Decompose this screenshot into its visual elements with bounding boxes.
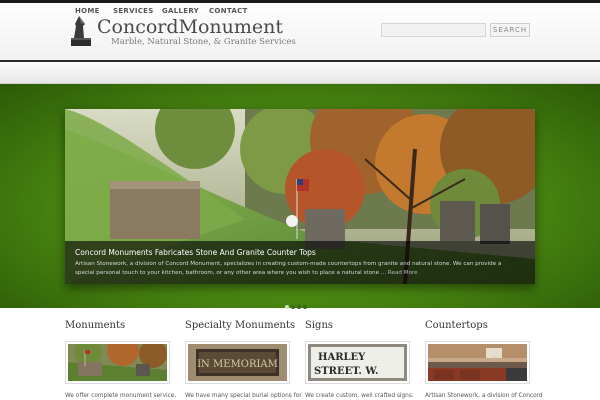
search-button[interactable]: SEARCH (490, 23, 530, 37)
thumbnail-monuments[interactable] (65, 341, 170, 384)
slider-pagination (285, 294, 309, 313)
street-sign-line1: HARLEY (318, 352, 366, 363)
column-text-specialty-monuments: We have many special burial options for (185, 393, 302, 399)
column-text-countertops: Artisan Stonework, a division of Concord (425, 393, 543, 399)
slider-dot-2[interactable] (291, 305, 295, 309)
column-text-monuments: We offer complete monument service, (65, 393, 177, 399)
slider-caption-text: Artisan Stonework, a division of Concord… (75, 260, 515, 278)
thumbnail-specialty-monuments[interactable]: IN MEMORIAM (185, 341, 290, 384)
thumbnail-countertops[interactable] (425, 341, 530, 384)
read-more-link[interactable]: Read More (388, 270, 418, 276)
column-title-specialty-monuments[interactable]: Specialty Monuments (185, 320, 295, 331)
site-logo-title[interactable]: ConcordMonument (97, 16, 283, 38)
slider-dot-1[interactable] (285, 305, 289, 309)
nav-item-contact[interactable]: CONTACT (209, 7, 248, 15)
street-sign-image: HARLEY STREET. W. (308, 344, 407, 381)
slider-caption-body: Artisan Stonework, a division of Concord… (75, 261, 502, 276)
memoriam-plaque-text: IN MEMORIAM (197, 359, 278, 370)
nav-item-gallery[interactable]: GALLERY (162, 7, 199, 15)
slider-dot-3[interactable] (297, 305, 301, 309)
column-title-monuments[interactable]: Monuments (65, 320, 125, 331)
slider-dot-4[interactable] (303, 305, 307, 309)
column-text-signs: We create custom, well crafted signs. (305, 393, 414, 399)
thumbnail-signs[interactable]: HARLEY STREET. W. (305, 341, 410, 384)
main-nav (0, 62, 600, 84)
slider-caption-title[interactable]: Concord Monuments Fabricates Stone And G… (75, 248, 316, 257)
memoriam-plaque-image: IN MEMORIAM (188, 344, 287, 381)
column-title-signs[interactable]: Signs (305, 320, 333, 331)
search-input[interactable] (381, 23, 486, 37)
nav-item-home[interactable]: HOME (75, 7, 100, 15)
street-sign-line2: STREET. W. (314, 366, 379, 377)
monuments-thumbnail-image (68, 344, 167, 381)
monument-logo-icon[interactable] (70, 14, 92, 47)
countertop-kitchen-image (428, 344, 527, 381)
nav-item-services[interactable]: SERVICES (113, 7, 154, 15)
column-title-countertops[interactable]: Countertops (425, 320, 488, 331)
site-logo-subtitle: Marble, Natural Stone, & Granite Service… (111, 37, 296, 47)
